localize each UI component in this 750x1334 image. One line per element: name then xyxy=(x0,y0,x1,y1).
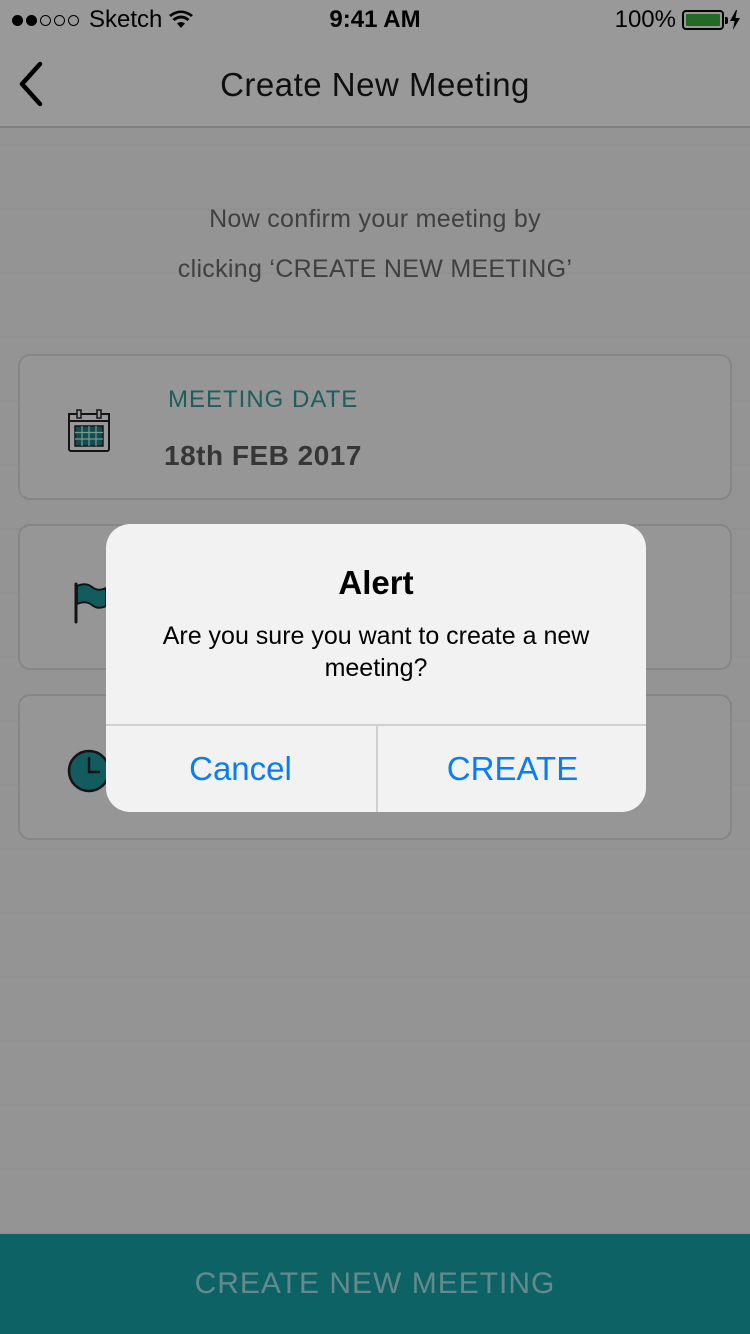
alert-title: Alert xyxy=(338,564,414,601)
screen: Sketch 9:41 AM 100% Create New Meeting N… xyxy=(0,0,750,1334)
cancel-button[interactable]: Cancel xyxy=(106,726,375,812)
alert-dialog: Alert Are you sure you want to create a … xyxy=(106,524,646,812)
alert-message: Are you sure you want to create a new me… xyxy=(162,622,590,682)
create-button[interactable]: CREATE xyxy=(378,726,646,812)
